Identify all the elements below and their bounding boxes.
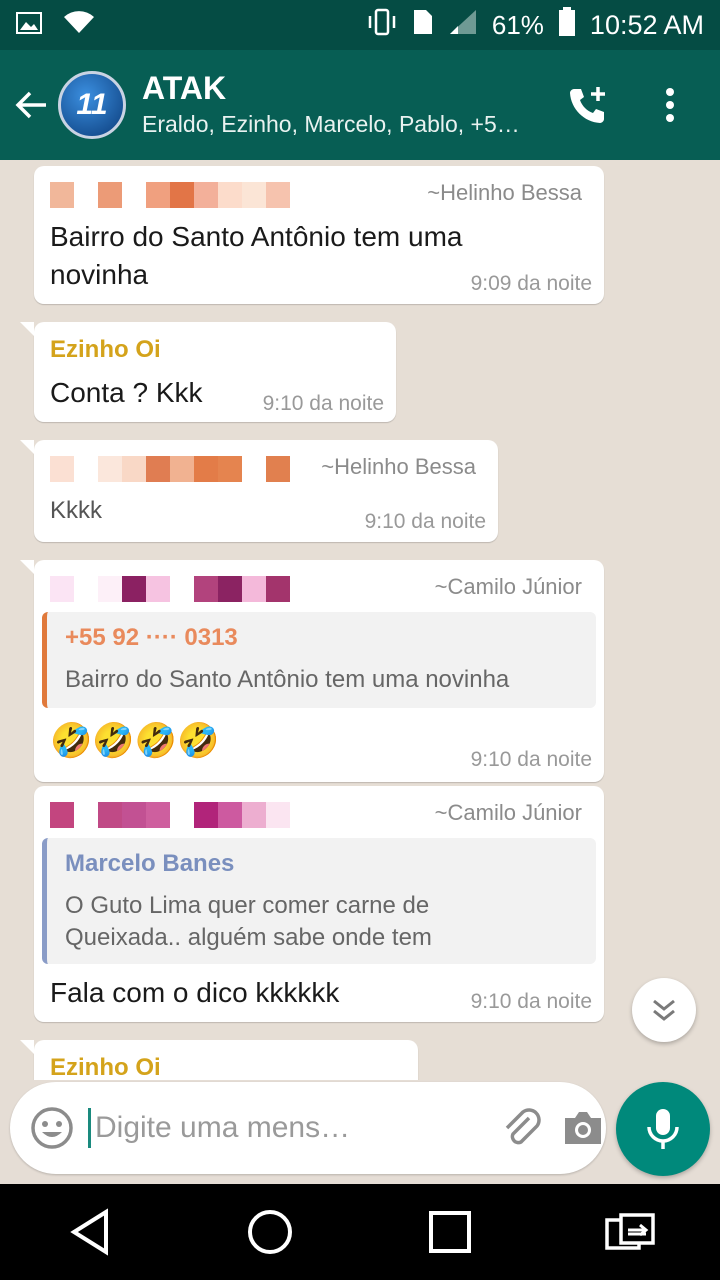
compose-bar	[10, 1082, 606, 1174]
gallery-notification-icon	[16, 10, 42, 41]
message-text: novinha	[50, 259, 149, 290]
message-text: Conta ? Kkk	[50, 377, 203, 408]
back-button[interactable]	[6, 50, 58, 160]
message-time: 9:09 da noite	[470, 272, 592, 295]
group-title: ATAK	[142, 70, 227, 106]
group-avatar[interactable]: 11	[58, 71, 126, 139]
nav-home-button[interactable]	[230, 1192, 310, 1272]
clock: 10:52 AM	[589, 9, 704, 40]
redacted-phone	[50, 456, 290, 482]
quoted-text: Queixada.. alguém sabe onde tem	[65, 924, 432, 951]
avatar-text: 11	[76, 88, 108, 121]
quoted-text: O Guto Lima quer comer carne de	[65, 892, 430, 919]
quoted-sender: Marcelo Banes	[65, 850, 235, 877]
message-time: 9:10 da noite	[470, 990, 592, 1013]
home-circle-icon	[248, 1210, 292, 1254]
message-time: 9:10 da noite	[470, 748, 592, 771]
double-chevron-down-icon	[653, 999, 675, 1021]
message-author: ~Camilo Júnior	[434, 800, 582, 825]
message-text: Bairro do Santo Antônio tem uma	[50, 221, 463, 252]
message-input[interactable]	[88, 1108, 481, 1148]
group-members: Eraldo, Ezinho, Marcelo, Pablo, +5…	[142, 111, 520, 137]
emoji-button[interactable]	[30, 1104, 74, 1152]
more-options-button[interactable]	[640, 75, 700, 135]
message-author: ~Camilo Júnior	[434, 574, 582, 599]
battery-icon	[558, 6, 576, 44]
message-time: 9:10 da noite	[364, 510, 486, 533]
message-bubble[interactable]: ~Camilo Júnior +55 92 ···· 0313 Bairro d…	[20, 560, 604, 782]
message-bubble[interactable]: Ezinho Oi Conta ? Kkk 9:10 da noite	[20, 322, 396, 422]
signal-icon	[448, 8, 478, 43]
quoted-message[interactable]: +55 92 ···· 0313 Bairro do Santo Antônio…	[42, 612, 596, 708]
nav-back-button[interactable]	[50, 1192, 130, 1272]
quoted-sender: +55 92 ···· 0313	[65, 624, 238, 651]
message-text: Fala com o dico kkkkkk	[50, 977, 340, 1008]
recents-square-icon	[429, 1211, 471, 1253]
mic-icon	[647, 1109, 679, 1149]
redacted-phone	[50, 182, 290, 208]
nav-recents-button[interactable]	[410, 1192, 490, 1272]
battery-percent: 61%	[491, 9, 544, 40]
sender-name: Ezinho Oi	[50, 336, 161, 363]
paperclip-icon	[505, 1108, 541, 1145]
message-author: ~Helinho Bessa	[427, 180, 582, 205]
message-time: 9:10 da noite	[262, 392, 384, 415]
message-bubble[interactable]: ~Helinho Bessa Kkkk 9:10 da noite	[20, 440, 498, 542]
message-author: ~Helinho Bessa	[321, 454, 476, 479]
vibrate-icon	[366, 8, 398, 43]
message-list[interactable]: ~Helinho Bessa Bairro do Santo Antônio t…	[0, 160, 720, 1080]
nav-dual-window-button[interactable]	[590, 1192, 670, 1272]
sim-icon	[412, 8, 434, 43]
group-info[interactable]: ATAK Eraldo, Ezinho, Marcelo, Pablo, +5…	[142, 69, 558, 141]
back-triangle-icon	[70, 1208, 108, 1256]
dual-window-icon	[605, 1213, 655, 1250]
redacted-phone	[50, 802, 290, 828]
attach-button[interactable]	[499, 1102, 543, 1154]
chat-header: 11 ATAK Eraldo, Ezinho, Marcelo, Pablo, …	[0, 50, 720, 160]
quoted-message[interactable]: Marcelo Banes O Guto Lima quer comer car…	[42, 838, 596, 964]
quoted-text: Bairro do Santo Antônio tem uma novinha	[65, 666, 510, 693]
add-call-button[interactable]	[558, 75, 618, 135]
more-vert-icon	[666, 88, 674, 122]
emoji-icon	[31, 1107, 73, 1149]
system-nav-bar	[0, 1184, 720, 1280]
back-arrow-icon	[15, 91, 46, 119]
redacted-phone	[50, 576, 290, 602]
camera-button[interactable]	[561, 1102, 605, 1154]
message-bubble[interactable]: ~Helinho Bessa Bairro do Santo Antônio t…	[34, 166, 604, 304]
message-emoji: 🤣🤣🤣🤣	[50, 722, 220, 760]
status-bar: 61% 10:52 AM	[0, 0, 720, 50]
message-bubble[interactable]: ~Camilo Júnior Marcelo Banes O Guto Lima…	[34, 786, 604, 1022]
sender-name: Ezinho Oi	[50, 1054, 161, 1080]
message-text: Kkkk	[50, 497, 103, 524]
phone-add-icon	[570, 87, 605, 123]
wifi-icon	[62, 9, 96, 42]
voice-message-button[interactable]	[616, 1082, 710, 1176]
scroll-to-bottom-button[interactable]	[632, 978, 696, 1042]
camera-icon	[565, 1112, 601, 1144]
message-bubble[interactable]: Ezinho Oi	[20, 1040, 418, 1080]
